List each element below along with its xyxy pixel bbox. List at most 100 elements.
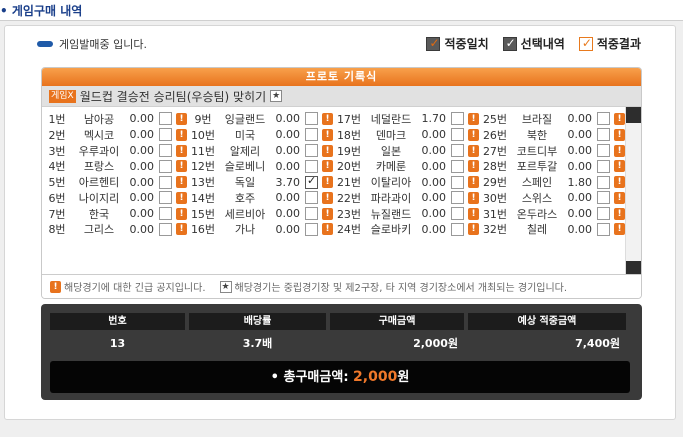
team-select-checkbox[interactable]: [305, 159, 318, 173]
team-name: 알제리: [229, 144, 261, 158]
scrollbar[interactable]: [625, 107, 641, 277]
title-bullet: •: [0, 4, 12, 18]
team-odds: 0.00: [567, 159, 593, 173]
team-select-checkbox[interactable]: [305, 207, 318, 221]
team-select-checkbox[interactable]: [159, 207, 172, 221]
team-odds: 0.00: [421, 191, 447, 205]
alert-icon: !: [468, 128, 479, 141]
team-select-checkbox[interactable]: [305, 128, 318, 142]
team-odds: 0.00: [421, 207, 447, 221]
selection-checkbox-icon: ✓: [502, 36, 517, 51]
team-cell: 1번 남아공 0.00!: [42, 111, 188, 127]
team-number: 1번: [48, 112, 66, 126]
team-cell: 8번 그리스 0.00!: [42, 221, 188, 237]
team-select-checkbox[interactable]: [597, 191, 610, 205]
team-select-checkbox[interactable]: [305, 222, 318, 236]
team-select-checkbox[interactable]: [159, 175, 172, 189]
alert-icon: !: [176, 176, 187, 189]
team-select-checkbox[interactable]: [451, 112, 464, 126]
team-select-checkbox[interactable]: [159, 128, 172, 142]
team-row: 7번 한국 0.00! 15번 세르비아 0.00! 23번 뉴질랜드 0.00! 31번 온두라스…: [42, 206, 626, 222]
team-name: 호주: [234, 191, 256, 205]
team-odds: 0.00: [421, 175, 447, 189]
alert-icon: !: [322, 176, 333, 189]
team-name: 세르비아: [224, 207, 266, 221]
team-name: 프랑스: [83, 160, 115, 174]
team-name: 슬로바키: [370, 223, 412, 237]
alert-icon: !: [322, 191, 333, 204]
team-select-checkbox[interactable]: [451, 191, 464, 205]
alert-icon: !: [468, 223, 479, 236]
total-unit: 원: [397, 370, 410, 385]
team-select-checkbox[interactable]: [597, 159, 610, 173]
alert-note: 해당경기에 대한 긴급 공지입니다.: [64, 283, 206, 294]
value-expected-amount: 7,400원: [575, 337, 620, 350]
result-checkbox-icon: ✓: [578, 36, 593, 51]
team-number: 26번: [482, 128, 508, 142]
team-select-checkbox[interactable]: [451, 128, 464, 142]
team-select-checkbox[interactable]: [597, 128, 610, 142]
team-select-checkbox[interactable]: [451, 159, 464, 173]
alert-icon: !: [176, 128, 187, 141]
team-cell: 18번 덴마크 0.00!: [334, 127, 480, 143]
legend-result: ✓ 적중결과: [578, 35, 641, 52]
team-select-checkbox[interactable]: [159, 222, 172, 236]
value-purchase-amount: 2,000원: [413, 337, 458, 350]
team-odds: 0.00: [421, 159, 447, 173]
team-number: 18번: [336, 128, 362, 142]
team-name: 우루과이: [78, 144, 120, 158]
team-name: 포르투갈: [516, 160, 558, 174]
team-select-checkbox[interactable]: [597, 175, 610, 189]
sale-status: 게임발매중 입니다.: [37, 36, 147, 52]
team-name: 네덜란드: [370, 112, 412, 126]
team-name: 멕시코: [83, 128, 115, 142]
team-number: 16번: [190, 223, 216, 237]
team-select-checkbox[interactable]: [305, 191, 318, 205]
team-cell: 15번 세르비아 0.00!: [188, 206, 334, 222]
value-number: 13: [109, 337, 126, 350]
alert-icon: !: [614, 160, 625, 173]
alert-icon: !: [614, 176, 625, 189]
team-select-checkbox[interactable]: [597, 222, 610, 236]
team-cell: 30번 스위스 0.00!: [480, 190, 626, 206]
page-title-text: 게임구매 내역: [11, 4, 83, 18]
team-select-checkbox[interactable]: [159, 144, 172, 157]
team-select-checkbox[interactable]: [451, 222, 464, 236]
alert-icon: !: [176, 144, 187, 157]
team-select-checkbox[interactable]: [597, 207, 610, 221]
team-name: 칠레: [526, 223, 548, 237]
team-select-checkbox[interactable]: [159, 159, 172, 173]
team-cell: 19번 일본 0.00!: [334, 143, 480, 159]
team-select-checkbox[interactable]: [451, 207, 464, 221]
team-number: 5번: [48, 176, 66, 190]
col-odds: 배당률: [189, 313, 326, 330]
alert-icon: !: [176, 112, 187, 125]
team-select-checkbox[interactable]: [451, 144, 464, 157]
alert-icon: !: [468, 144, 479, 157]
team-cell: 14번 호주 0.00!: [188, 190, 334, 206]
team-select-checkbox[interactable]: [597, 112, 610, 126]
team-odds: 0.00: [275, 112, 301, 126]
team-cell: 25번 브라질 0.00!: [480, 111, 626, 127]
purchase-summary: 번호 배당률 구매금액 예상 적중금액 13 3.7배 2,000원 7,400…: [41, 304, 642, 400]
team-name: 가나: [234, 223, 256, 237]
team-select-checkbox[interactable]: [159, 191, 172, 205]
team-select-checkbox[interactable]: [159, 112, 172, 126]
status-pill-icon: [37, 41, 53, 47]
team-name: 남아공: [83, 112, 115, 126]
alert-icon: !: [50, 280, 61, 293]
scroll-up-button[interactable]: [626, 107, 641, 123]
alert-icon: !: [468, 207, 479, 220]
team-select-checkbox[interactable]: ✓: [305, 174, 318, 189]
team-cell: 27번 코트디부 0.00!: [480, 143, 626, 159]
team-number: 27번: [482, 144, 508, 158]
team-name: 스위스: [521, 191, 553, 205]
team-select-checkbox[interactable]: [451, 175, 464, 189]
alert-icon: !: [614, 191, 625, 204]
team-cell: 10번 미국 0.00!: [188, 127, 334, 143]
team-select-checkbox[interactable]: [597, 144, 610, 157]
team-select-checkbox[interactable]: [305, 144, 318, 157]
team-select-checkbox[interactable]: [305, 112, 318, 126]
page-title: • 게임구매 내역: [0, 2, 82, 19]
team-odds: 0.00: [129, 144, 155, 157]
